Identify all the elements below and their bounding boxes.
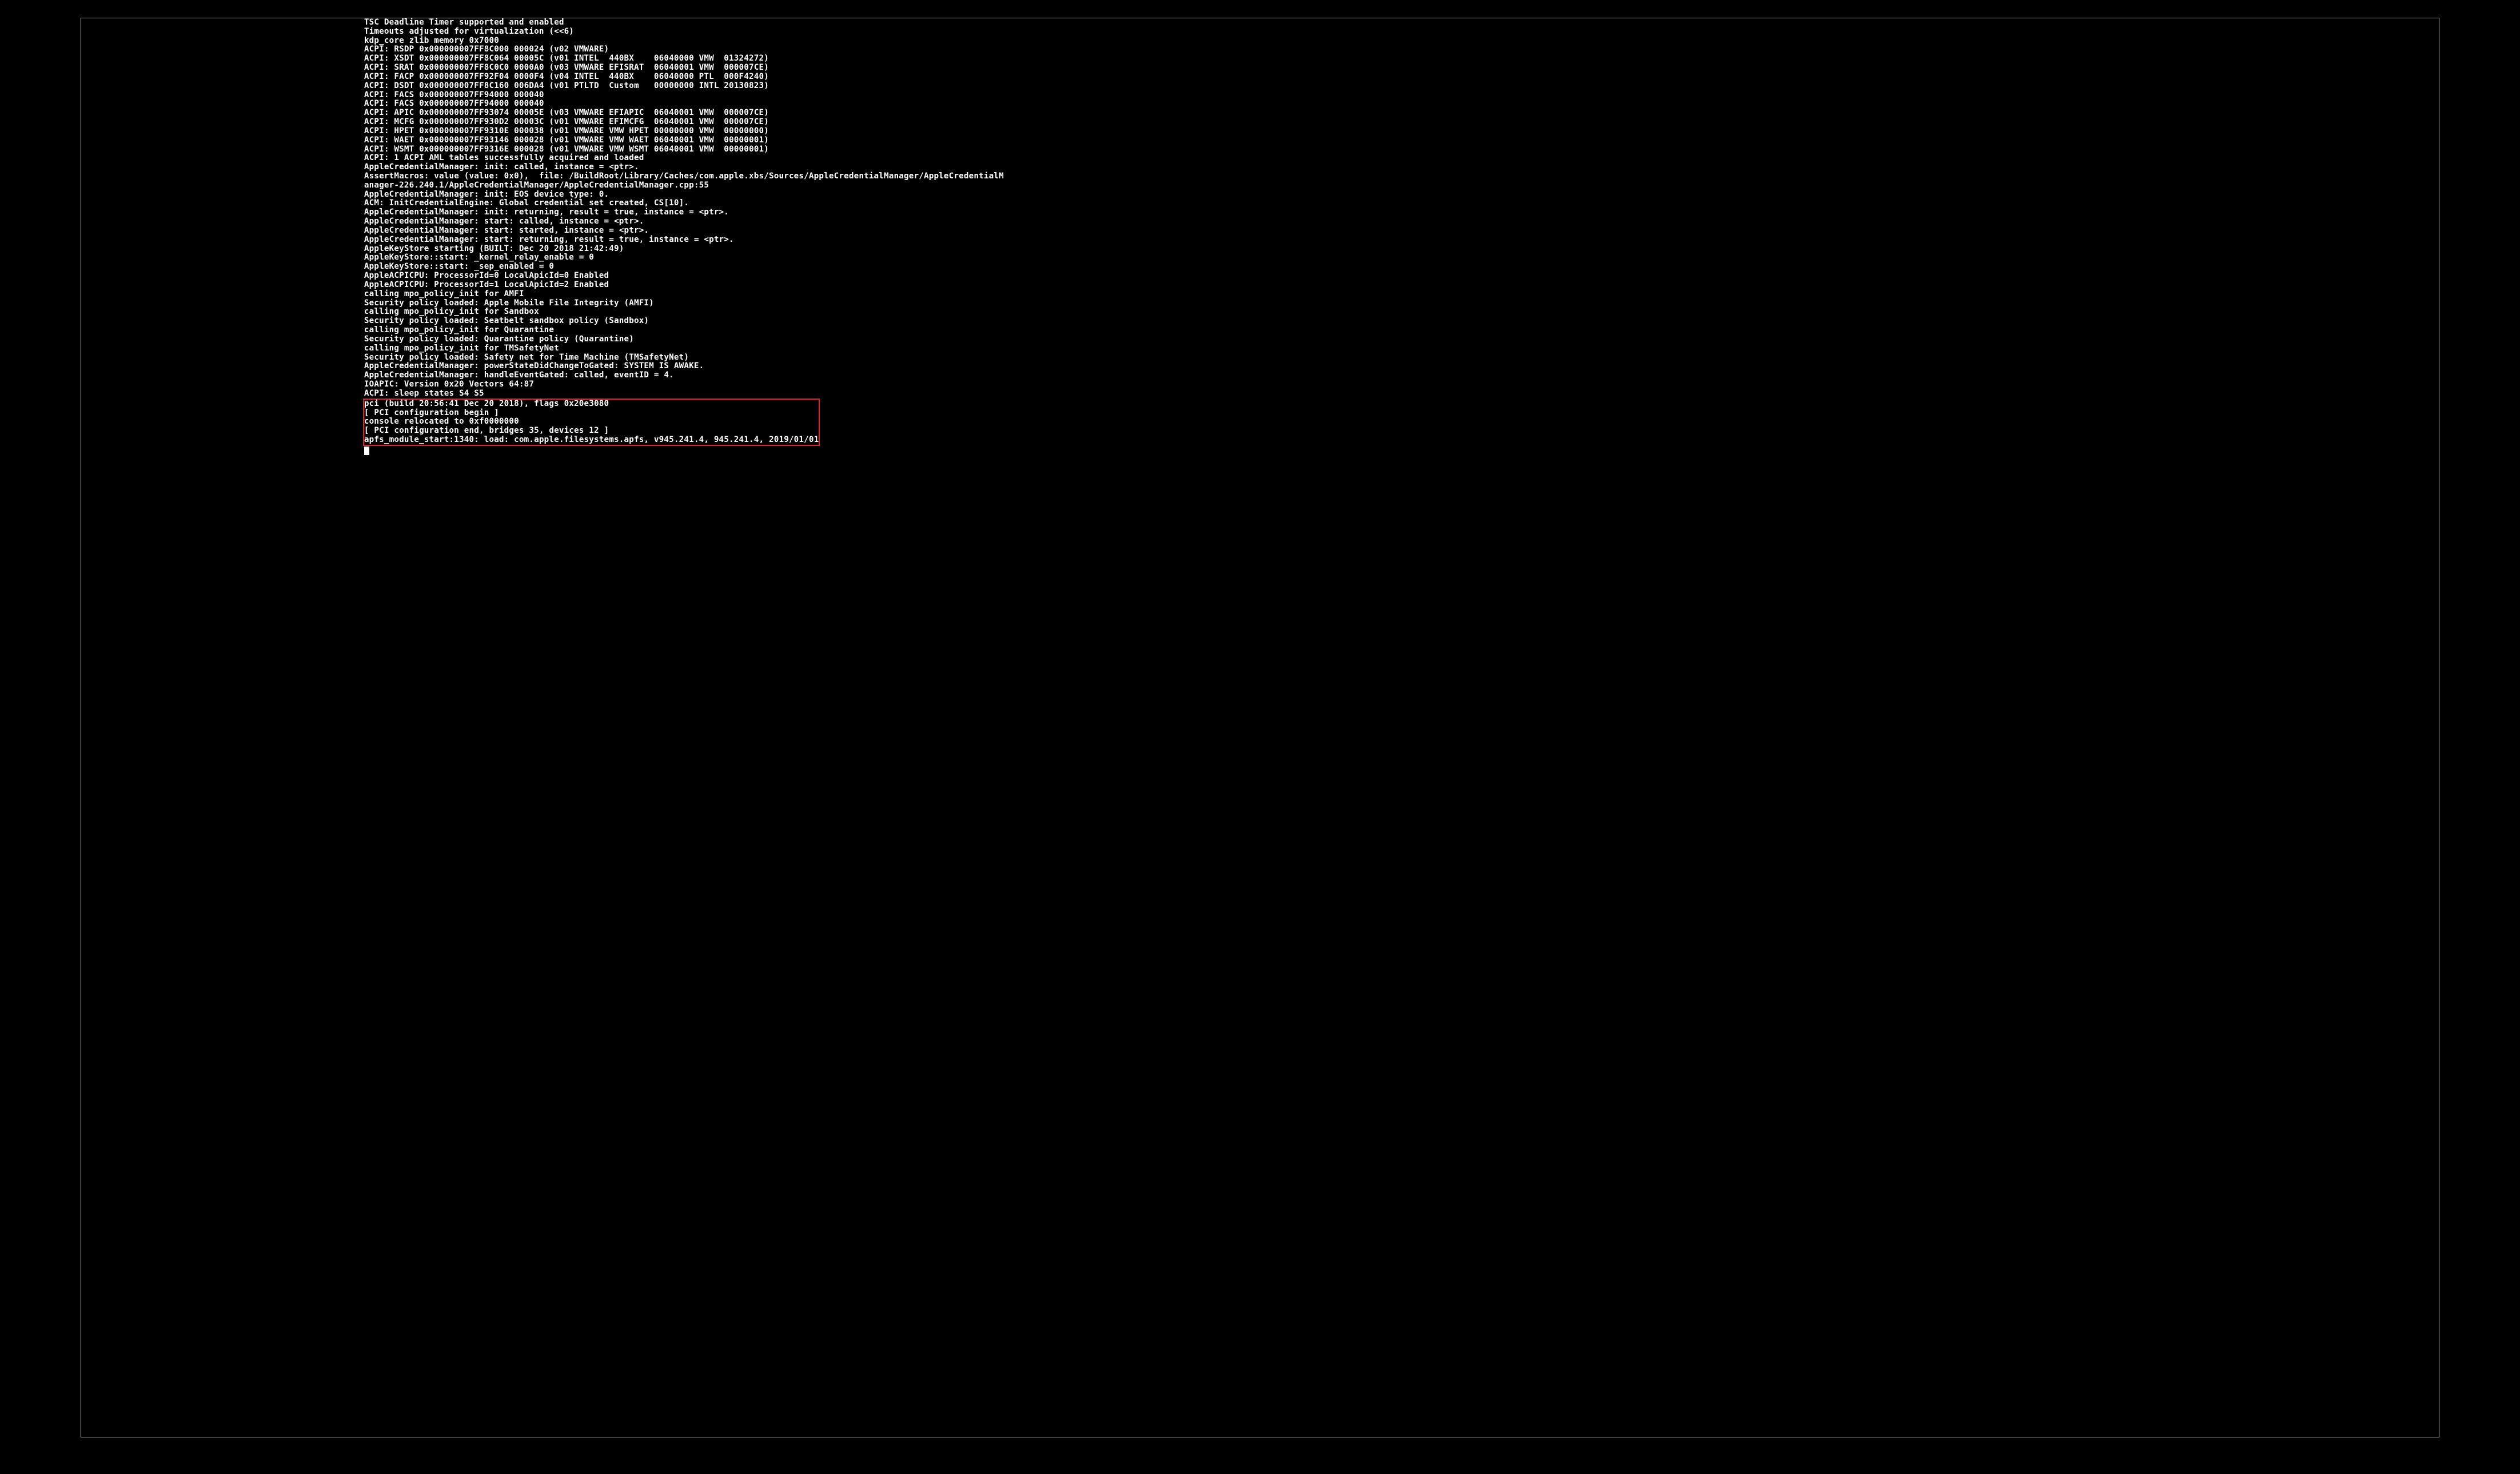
text-cursor bbox=[364, 447, 369, 455]
log-plain-block: TSC Deadline Timer supported and enabled… bbox=[364, 18, 2439, 399]
console-body: TSC Deadline Timer supported and enabled… bbox=[81, 18, 2439, 1437]
highlighted-log-block: pci (build 20:56:41 Dec 20 2018), flags … bbox=[363, 399, 820, 446]
console-frame: TSC Deadline Timer supported and enabled… bbox=[81, 18, 2439, 1437]
boot-log: TSC Deadline Timer supported and enabled… bbox=[81, 18, 2439, 455]
